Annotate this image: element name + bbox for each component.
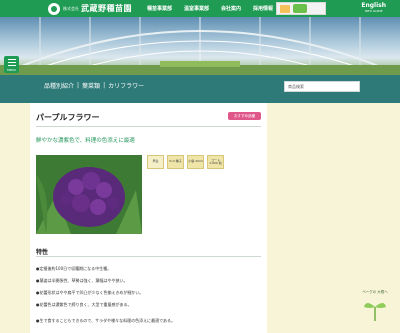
- nav-item-greenhouse-division[interactable]: 温室事業部: [184, 5, 209, 12]
- feature-item: ●生で食することもできるので、サラダや様々な料理の色添えに最適である。: [36, 318, 176, 323]
- product-tagline: 鮮やかな濃紫色で、料理の色添えに最適: [36, 138, 135, 144]
- badge-small-pack: 小袋 20ml: [187, 155, 204, 169]
- breadcrumb-separator: |: [103, 82, 106, 89]
- logo-company-type: 株式会社: [63, 5, 79, 11]
- purple-cauliflower-image: [36, 155, 142, 234]
- feature-item: ●花蕾形状はやや扁平で凹凸が少なく色揃えきめが細かい。: [36, 290, 144, 295]
- online-shop-banner[interactable]: [276, 2, 326, 15]
- shop-banner-icon: [280, 4, 290, 13]
- english-label: English: [361, 2, 386, 9]
- badge-early: 早生: [147, 155, 164, 169]
- menu-bar-icon: [7, 58, 16, 60]
- product-title: パープルフラワー: [36, 113, 100, 122]
- menu-label: MENU: [7, 67, 16, 72]
- breadcrumb-bar: 品種別紹介 | 葉菜類 | カリフラワー 商品検索: [0, 75, 400, 103]
- nav-item-company[interactable]: 会社案内: [221, 5, 241, 12]
- menu-bar-icon: [7, 64, 16, 66]
- shop-banner-logo-icon: [293, 4, 307, 13]
- breadcrumb-item-current: カリフラワー: [108, 83, 145, 90]
- logo-mark-icon: [48, 2, 60, 15]
- site-header: 株式会社 武蔵野種苗園 種苗事業部 温室事業部 会社案内 採用情報 Englis…: [0, 0, 400, 17]
- nav-item-recruit[interactable]: 採用情報: [253, 5, 273, 12]
- breadcrumb-separator: |: [77, 82, 80, 89]
- main-nav: 種苗事業部 温室事業部 会社案内 採用情報: [147, 5, 273, 12]
- logo-company-name: 武蔵野種苗園: [81, 4, 132, 13]
- features-title: 特性: [36, 249, 49, 256]
- product-card: パープルフラワー おすすめ品種 鮮やかな濃紫色で、料理の色添えに最適 早生 5c…: [30, 103, 267, 333]
- feature-item: ●葉姿は半開張性、草勢は強く、葉幅はやや狭い。: [36, 278, 128, 283]
- product-photo: [36, 155, 142, 234]
- feature-item: ●定植後約100日で収穫期になる中生種。: [36, 266, 112, 271]
- product-badges: 早生 5cd 種子 小袋 20ml コート 1,000 粒: [147, 155, 224, 169]
- menu-button[interactable]: MENU: [4, 56, 19, 73]
- english-link[interactable]: English INFO GUIDE: [361, 2, 386, 13]
- product-search-label: 商品検索: [288, 84, 304, 89]
- menu-bar-icon: [7, 61, 16, 63]
- sprout-icon: [364, 302, 386, 321]
- product-search-box[interactable]: 商品検索: [284, 81, 360, 92]
- site-logo[interactable]: 株式会社 武蔵野種苗園: [48, 2, 132, 15]
- recommended-badge: おすすめ品種: [228, 112, 261, 120]
- breadcrumb: 品種別紹介 | 葉菜類 | カリフラワー: [44, 81, 144, 90]
- title-divider: [36, 126, 261, 127]
- mascot-link[interactable]: ベーグの 大根へ: [360, 290, 390, 330]
- greenhouse-image: [0, 17, 400, 75]
- features-divider: [36, 256, 261, 257]
- english-sublabel: INFO GUIDE: [364, 9, 383, 13]
- nav-item-seed-division[interactable]: 種苗事業部: [147, 5, 172, 12]
- badge-seed: 5cd 種子: [167, 155, 184, 169]
- feature-item: ●花蕾色は濃紫色で締り良く、大型で重量感がある。: [36, 302, 132, 307]
- breadcrumb-item[interactable]: 葉菜類: [82, 81, 100, 90]
- hero-banner: MENU: [0, 17, 400, 75]
- breadcrumb-item[interactable]: 品種別紹介: [44, 81, 74, 90]
- badge-coated: コート 1,000 粒: [207, 155, 224, 169]
